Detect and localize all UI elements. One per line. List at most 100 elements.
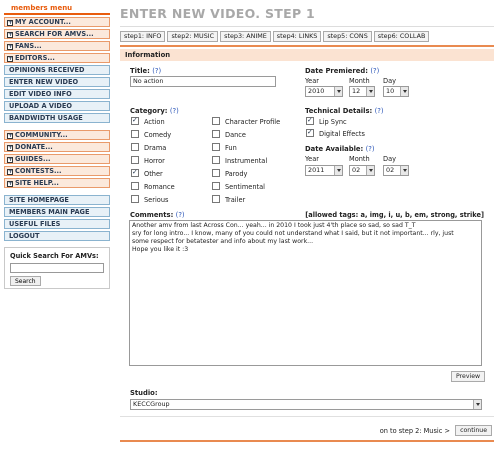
menu-item-opinions-received[interactable]: OPINIONS RECEIVED xyxy=(4,65,110,75)
tab-step6-collab[interactable]: step6: COLLAB xyxy=(373,31,430,42)
menu-item-logout[interactable]: LOGOUT xyxy=(4,231,110,241)
date-premiered-label: Date Premiered: (?) xyxy=(305,67,380,75)
help-link[interactable]: (?) xyxy=(366,145,375,153)
available-day-select[interactable]: 02 xyxy=(383,165,409,176)
comments-textarea[interactable]: Another amv from last Across Con... yeah… xyxy=(129,220,482,366)
search-button[interactable]: Search xyxy=(10,276,41,286)
technical-details-label: Technical Details: (?) xyxy=(305,107,384,115)
plus-icon: + xyxy=(7,43,14,50)
preview-button[interactable]: Preview xyxy=(451,371,486,382)
divider xyxy=(120,45,494,47)
date-available-label: Date Available: (?) xyxy=(305,145,375,153)
section-header: Information xyxy=(120,49,494,61)
help-link[interactable]: (?) xyxy=(375,107,384,115)
category-checkbox-character-profile[interactable] xyxy=(212,117,220,125)
quick-search-title: Quick Search For AMVs: xyxy=(10,252,99,260)
chevron-down-icon xyxy=(334,87,342,96)
comments-label: Comments: (?) xyxy=(130,211,185,219)
available-month-select[interactable]: 02 xyxy=(349,165,375,176)
menu-item-donate[interactable]: + DONATE... xyxy=(4,142,110,152)
menu-item-bandwidth-usage[interactable]: BANDWIDTH USAGE xyxy=(4,113,110,123)
sidebar: members menu + MY ACCOUNT... + SEARCH FOR … xyxy=(4,4,110,289)
studio-select[interactable]: KECCGroup xyxy=(130,399,482,410)
tab-step1-info[interactable]: step1: INFO xyxy=(120,31,166,42)
category-checkbox-horror[interactable] xyxy=(131,156,139,164)
menu-item-editors[interactable]: + EDITORS... xyxy=(4,53,110,63)
title-input[interactable]: No action xyxy=(130,76,276,87)
menu-item-label: EDITORS... xyxy=(15,54,55,62)
divider xyxy=(120,440,494,442)
year-label: Year xyxy=(305,77,319,85)
category-checkbox-dance[interactable] xyxy=(212,130,220,138)
day-label: Day xyxy=(383,77,397,85)
menu-item-upload-video[interactable]: UPLOAD A VIDEO xyxy=(4,101,110,111)
chevron-down-icon xyxy=(366,166,374,175)
category-label: Category: (?) xyxy=(130,107,179,115)
category-checkbox-serious[interactable] xyxy=(131,195,139,203)
plus-icon: + xyxy=(7,132,14,139)
category-checkbox-action[interactable] xyxy=(131,116,139,125)
help-link[interactable]: (?) xyxy=(152,67,161,75)
premiered-day-select[interactable]: 10 xyxy=(383,86,409,97)
category-checkbox-parody[interactable] xyxy=(212,169,220,177)
category-label: Action xyxy=(144,118,165,126)
tab-step4-links[interactable]: step4: LINKS xyxy=(272,31,322,42)
menu-item-edit-video-info[interactable]: EDIT VIDEO INFO xyxy=(4,89,110,99)
category-label: Drama xyxy=(144,144,167,152)
lip-sync-checkbox[interactable] xyxy=(306,116,314,125)
menu-item-guides[interactable]: + GUIDES... xyxy=(4,154,110,164)
menu-item-useful-files[interactable]: USEFUL FILES xyxy=(4,219,110,229)
category-label: Fun xyxy=(225,144,237,152)
comment-line: Another amv from last Across Con... yeah… xyxy=(132,222,416,229)
chevron-down-icon xyxy=(334,166,342,175)
category-checkbox-drama[interactable] xyxy=(131,143,139,151)
help-link[interactable]: (?) xyxy=(176,211,185,219)
category-label: Parody xyxy=(225,170,248,178)
menu-item-fans[interactable]: + FANS... xyxy=(4,41,110,51)
category-checkbox-sentimental[interactable] xyxy=(212,182,220,190)
tab-step2-music[interactable]: step2: MUSIC xyxy=(167,31,219,42)
category-checkbox-trailer[interactable] xyxy=(212,195,220,203)
category-label: Instrumental xyxy=(225,157,268,165)
menu-item-label: MY ACCOUNT... xyxy=(15,18,71,26)
category-checkbox-comedy[interactable] xyxy=(131,130,139,138)
menu-item-my-account[interactable]: + MY ACCOUNT... xyxy=(4,17,110,27)
category-checkbox-instrumental[interactable] xyxy=(212,156,220,164)
divider xyxy=(120,26,494,27)
menu-item-site-help[interactable]: + SITE HELP... xyxy=(4,178,110,188)
menu-item-label: GUIDES... xyxy=(15,155,51,163)
lip-sync-label: Lip Sync xyxy=(319,118,347,126)
tab-step3-anime[interactable]: step3: ANIME xyxy=(220,31,271,42)
menu-item-contests[interactable]: + CONTESTS... xyxy=(4,166,110,176)
comment-line: sry for long intro... I know, many of yo… xyxy=(132,230,454,237)
available-year-select[interactable]: 2011 xyxy=(305,165,343,176)
continue-button[interactable]: continue xyxy=(455,425,492,436)
category-checkbox-other[interactable] xyxy=(131,168,139,177)
menu-item-site-homepage[interactable]: SITE HOMEPAGE xyxy=(4,195,110,205)
category-checkbox-fun[interactable] xyxy=(212,143,220,151)
help-link[interactable]: (?) xyxy=(370,67,379,75)
category-label: Trailer xyxy=(225,196,246,204)
menu-item-enter-new-video[interactable]: ENTER NEW VIDEO xyxy=(4,77,110,87)
digital-effects-checkbox[interactable] xyxy=(306,128,314,137)
chevron-down-icon xyxy=(473,400,481,409)
category-label: Dance xyxy=(225,131,246,139)
menu-group-community: + COMMUNITY... + DONATE... + GUIDES... + CON… xyxy=(4,130,110,188)
plus-icon: + xyxy=(7,168,14,175)
page-title: ENTER NEW VIDEO. STEP 1 xyxy=(120,6,316,21)
premiered-month-select[interactable]: 12 xyxy=(349,86,375,97)
quick-search-input[interactable] xyxy=(10,263,104,273)
category-checkbox-romance[interactable] xyxy=(131,182,139,190)
year-label: Year xyxy=(305,155,319,163)
premiered-year-select[interactable]: 2010 xyxy=(305,86,343,97)
menu-item-label: SEARCH FOR AMVS... xyxy=(15,30,94,38)
tab-step5-cons[interactable]: step5: CONS xyxy=(323,31,372,42)
menu-item-label: CONTESTS... xyxy=(15,167,62,175)
help-link[interactable]: (?) xyxy=(170,107,179,115)
menu-item-search-amvs[interactable]: + SEARCH FOR AMVS... xyxy=(4,29,110,39)
menu-item-members-main-page[interactable]: MEMBERS MAIN PAGE xyxy=(4,207,110,217)
chevron-down-icon xyxy=(400,166,408,175)
menu-item-community[interactable]: + COMMUNITY... xyxy=(4,130,110,140)
